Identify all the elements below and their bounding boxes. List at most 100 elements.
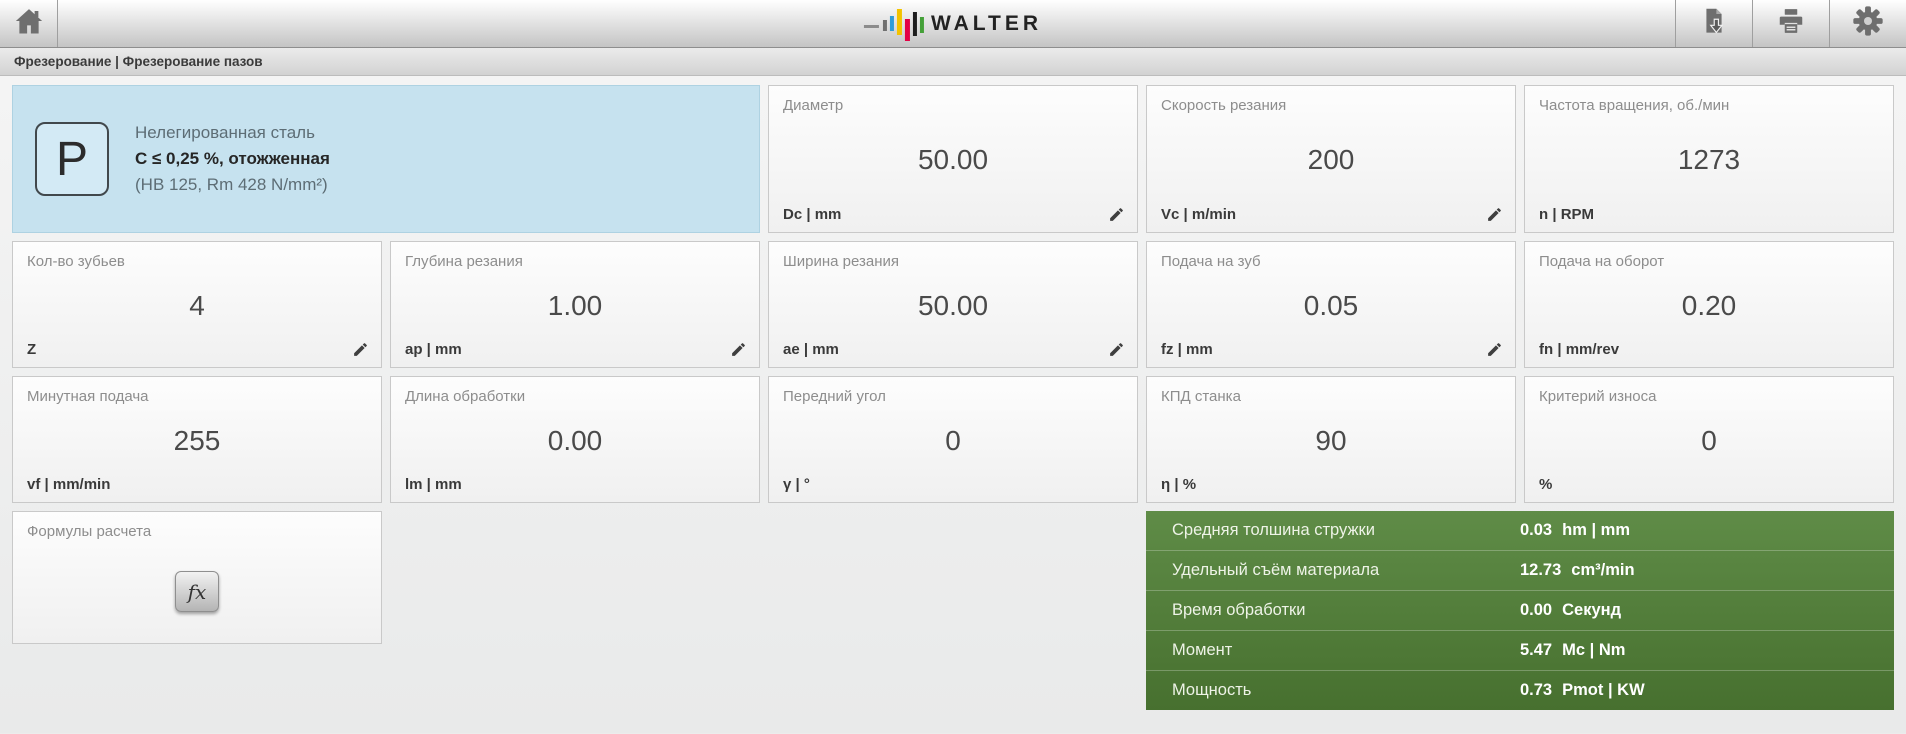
- card-unit: n | RPM: [1539, 206, 1595, 223]
- card-value: 50.00: [917, 289, 989, 321]
- result-row-chip-thickness: Средняя толшина стружки 0.03 hm | mm: [1146, 511, 1894, 550]
- card-label: Минутная подача: [27, 388, 149, 405]
- card-value: 50.00: [917, 144, 989, 175]
- teeth-count-card[interactable]: Кол-во зубьев 4 Z: [12, 241, 382, 368]
- result-label: Средняя толшина стружки: [1172, 521, 1375, 539]
- card-label: Подача на оборот: [1539, 253, 1665, 270]
- feed-rate-card: Минутная подача 255 vf | mm/min: [12, 376, 382, 503]
- card-unit: Dc | mm: [783, 206, 842, 223]
- print-icon: [1776, 6, 1806, 41]
- result-row-material-removal-rate: Удельный съём материала 12.73 cm³/min: [1146, 550, 1894, 590]
- card-value: 0.20: [1681, 289, 1737, 321]
- card-unit: %: [1539, 476, 1553, 493]
- pencil-icon[interactable]: [352, 341, 369, 358]
- result-unit: cm³/min: [1571, 561, 1635, 579]
- card-label: Диаметр: [783, 97, 844, 114]
- material-card[interactable]: P Нелегированная сталь C ≤ 0,25 %, отожж…: [12, 85, 760, 233]
- card-label: Подача на зуб: [1161, 253, 1261, 270]
- result-unit: hm | mm: [1562, 521, 1631, 539]
- result-unit: Секунд: [1562, 601, 1622, 619]
- card-unit: ae | mm: [783, 341, 839, 358]
- card-value: 4: [189, 289, 205, 321]
- settings-button[interactable]: [1829, 0, 1906, 47]
- machine-efficiency-card: КПД станка 90 η | %: [1146, 376, 1516, 503]
- card-label: Критерий износа: [1539, 388, 1657, 405]
- feed-per-rev-card: Подача на оборот 0.20 fn | mm/rev: [1524, 241, 1894, 368]
- pencil-icon[interactable]: [1486, 341, 1503, 358]
- home-button[interactable]: [0, 0, 58, 47]
- card-value: 255: [173, 424, 221, 456]
- material-group-badge: P: [35, 122, 109, 196]
- rake-angle-card: Передний угол 0 γ | °: [768, 376, 1138, 503]
- breadcrumb: Фрезерование | Фрезерование пазов: [0, 48, 1906, 76]
- pencil-icon[interactable]: [1108, 206, 1125, 223]
- result-value: 0.73: [1520, 681, 1553, 699]
- pencil-icon[interactable]: [730, 341, 747, 358]
- cutting-depth-card[interactable]: Глубина резания 1.00 ap | mm: [390, 241, 760, 368]
- card-label: Глубина резания: [405, 253, 523, 270]
- walter-logo: WALTER: [863, 0, 1043, 47]
- card-unit: fz | mm: [1161, 341, 1213, 358]
- card-unit: Z: [27, 341, 37, 358]
- result-value: 0.03: [1520, 521, 1553, 539]
- card-value: 1273: [1677, 144, 1741, 175]
- spindle-speed-card: Частота вращения, об./мин 1273 n | RPM: [1524, 85, 1894, 233]
- card-label: Формулы расчета: [27, 523, 152, 540]
- diameter-card[interactable]: Диаметр 50.00 Dc | mm: [768, 85, 1138, 233]
- result-row-torque: Момент 5.47 Mc | Nm: [1146, 630, 1894, 670]
- logo-text: WALTER: [930, 11, 1043, 35]
- breadcrumb-text: Фрезерование | Фрезерование пазов: [14, 54, 263, 69]
- card-unit: fn | mm/rev: [1539, 341, 1620, 358]
- card-value: 200: [1307, 144, 1355, 175]
- cutting-speed-card[interactable]: Скорость резания 200 Vc | m/min: [1146, 85, 1516, 233]
- material-description: Нелегированная сталь C ≤ 0,25 %, отожжен…: [135, 120, 330, 198]
- formulas-card: Формулы расчета fx: [12, 511, 382, 644]
- pencil-icon[interactable]: [1486, 206, 1503, 223]
- top-bar: WALTER: [0, 0, 1906, 48]
- card-label: Длина обработки: [405, 388, 526, 405]
- export-button[interactable]: [1675, 0, 1752, 47]
- card-unit: Vc | m/min: [1161, 206, 1237, 223]
- card-value: 90: [1315, 424, 1347, 456]
- result-value: 0.00: [1520, 601, 1553, 619]
- pencil-icon[interactable]: [1108, 341, 1125, 358]
- card-value: 0: [945, 424, 961, 456]
- card-unit: γ | °: [783, 476, 810, 493]
- fx-button[interactable]: fx: [175, 571, 219, 612]
- card-value: 0.05: [1303, 289, 1359, 321]
- machining-length-card: Длина обработки 0.00 lm | mm: [390, 376, 760, 503]
- card-value: 0: [1701, 424, 1717, 456]
- card-unit: η | %: [1161, 476, 1197, 493]
- material-name: Нелегированная сталь: [135, 123, 315, 142]
- settings-icon: [1852, 5, 1884, 42]
- result-label: Удельный съём материала: [1172, 561, 1380, 579]
- card-value: 1.00: [547, 289, 603, 321]
- cutting-width-card[interactable]: Ширина резания 50.00 ae | mm: [768, 241, 1138, 368]
- card-label: Передний угол: [783, 388, 886, 405]
- card-unit: lm | mm: [405, 476, 462, 493]
- result-label: Мощность: [1172, 681, 1252, 699]
- result-value: 5.47: [1520, 641, 1553, 659]
- content-area: P Нелегированная сталь C ≤ 0,25 %, отожж…: [0, 76, 1906, 733]
- card-label: КПД станка: [1161, 388, 1241, 405]
- result-row-machining-time: Время обработки 0.00 Секунд: [1146, 590, 1894, 630]
- feed-per-tooth-card[interactable]: Подача на зуб 0.05 fz | mm: [1146, 241, 1516, 368]
- card-label: Кол-во зубьев: [27, 253, 125, 270]
- home-icon: [14, 7, 44, 40]
- result-row-power: Мощность 0.73 Pmot | KW: [1146, 670, 1894, 710]
- export-icon: [1700, 6, 1728, 41]
- result-label: Момент: [1172, 641, 1233, 659]
- wear-criterion-card: Критерий износа 0 %: [1524, 376, 1894, 503]
- card-label: Ширина резания: [783, 253, 900, 270]
- result-value: 12.73: [1520, 561, 1562, 579]
- result-label: Время обработки: [1172, 601, 1306, 619]
- card-label: Частота вращения, об./мин: [1539, 97, 1730, 114]
- material-spec: C ≤ 0,25 %, отожженная: [135, 149, 330, 168]
- card-unit: vf | mm/min: [27, 476, 111, 493]
- result-unit: Mc | Nm: [1562, 641, 1626, 659]
- material-properties: (HB 125, Rm 428 N/mm²): [135, 175, 328, 194]
- card-label: Скорость резания: [1161, 97, 1287, 114]
- print-button[interactable]: [1752, 0, 1829, 47]
- card-value: 0.00: [547, 424, 603, 456]
- card-unit: ap | mm: [405, 341, 462, 358]
